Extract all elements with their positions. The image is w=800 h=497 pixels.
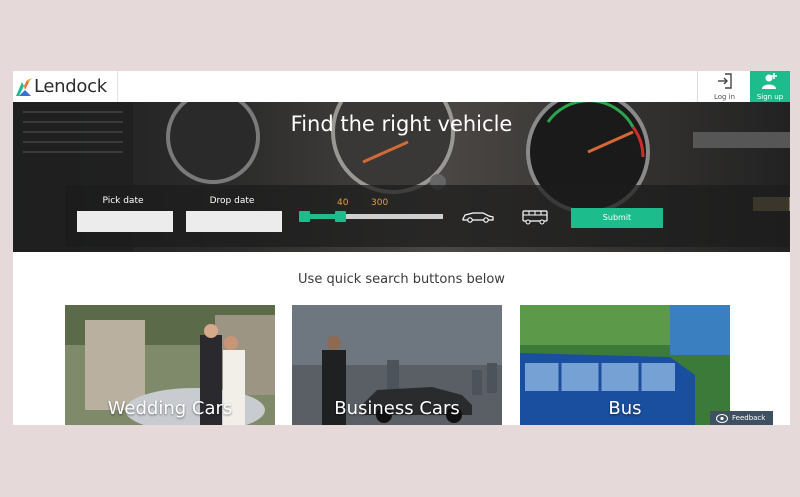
wedding-cars-label: Wedding Cars <box>107 398 233 419</box>
quick-search-title: Use quick search buttons below <box>298 272 505 287</box>
pick-date-input[interactable] <box>77 211 173 232</box>
slider-handle-min[interactable] <box>299 211 310 222</box>
logo[interactable]: Lendock <box>13 71 118 102</box>
feedback-label: Feedback <box>732 414 766 422</box>
slider-max-value: 300 <box>371 198 389 208</box>
add-user-icon <box>762 73 777 89</box>
submit-button[interactable]: Submit <box>571 208 663 228</box>
drop-date-label: Drop date <box>209 196 255 206</box>
lendock-logo-icon <box>16 77 32 96</box>
header: Lendock Log in Sign up <box>13 71 790 102</box>
browser-viewport: Lendock Log in Sign up Find the right ve… <box>13 71 790 425</box>
drop-date-input[interactable] <box>186 211 282 232</box>
search-panel: Pick date Drop date 40 300 Submit <box>65 185 789 247</box>
business-cars-label: Business Cars <box>334 398 460 419</box>
logo-text: Lendock <box>34 76 107 97</box>
bus-card[interactable]: Bus <box>520 305 730 425</box>
price-range-slider[interactable] <box>299 211 443 222</box>
signup-button[interactable]: Sign up <box>750 71 790 102</box>
hero-title: Find the right vehicle <box>290 112 513 136</box>
login-button[interactable]: Log in <box>697 71 751 102</box>
login-label: Log in <box>713 93 736 101</box>
slider-min-value: 40 <box>337 198 349 208</box>
car-icon[interactable] <box>461 209 495 223</box>
wedding-cars-card[interactable]: Wedding Cars <box>65 305 275 425</box>
business-cars-card[interactable]: Business Cars <box>292 305 502 425</box>
feedback-icon <box>716 413 728 423</box>
slider-handle-max[interactable] <box>335 211 346 222</box>
signup-label: Sign up <box>756 93 784 101</box>
pick-date-label: Pick date <box>102 196 144 206</box>
login-icon <box>717 73 732 89</box>
bus-label: Bus <box>608 398 642 419</box>
feedback-button[interactable]: Feedback <box>710 411 773 425</box>
bus-icon[interactable] <box>521 209 549 225</box>
hero-banner: Find the right vehicle Pick date Drop da… <box>13 102 790 252</box>
